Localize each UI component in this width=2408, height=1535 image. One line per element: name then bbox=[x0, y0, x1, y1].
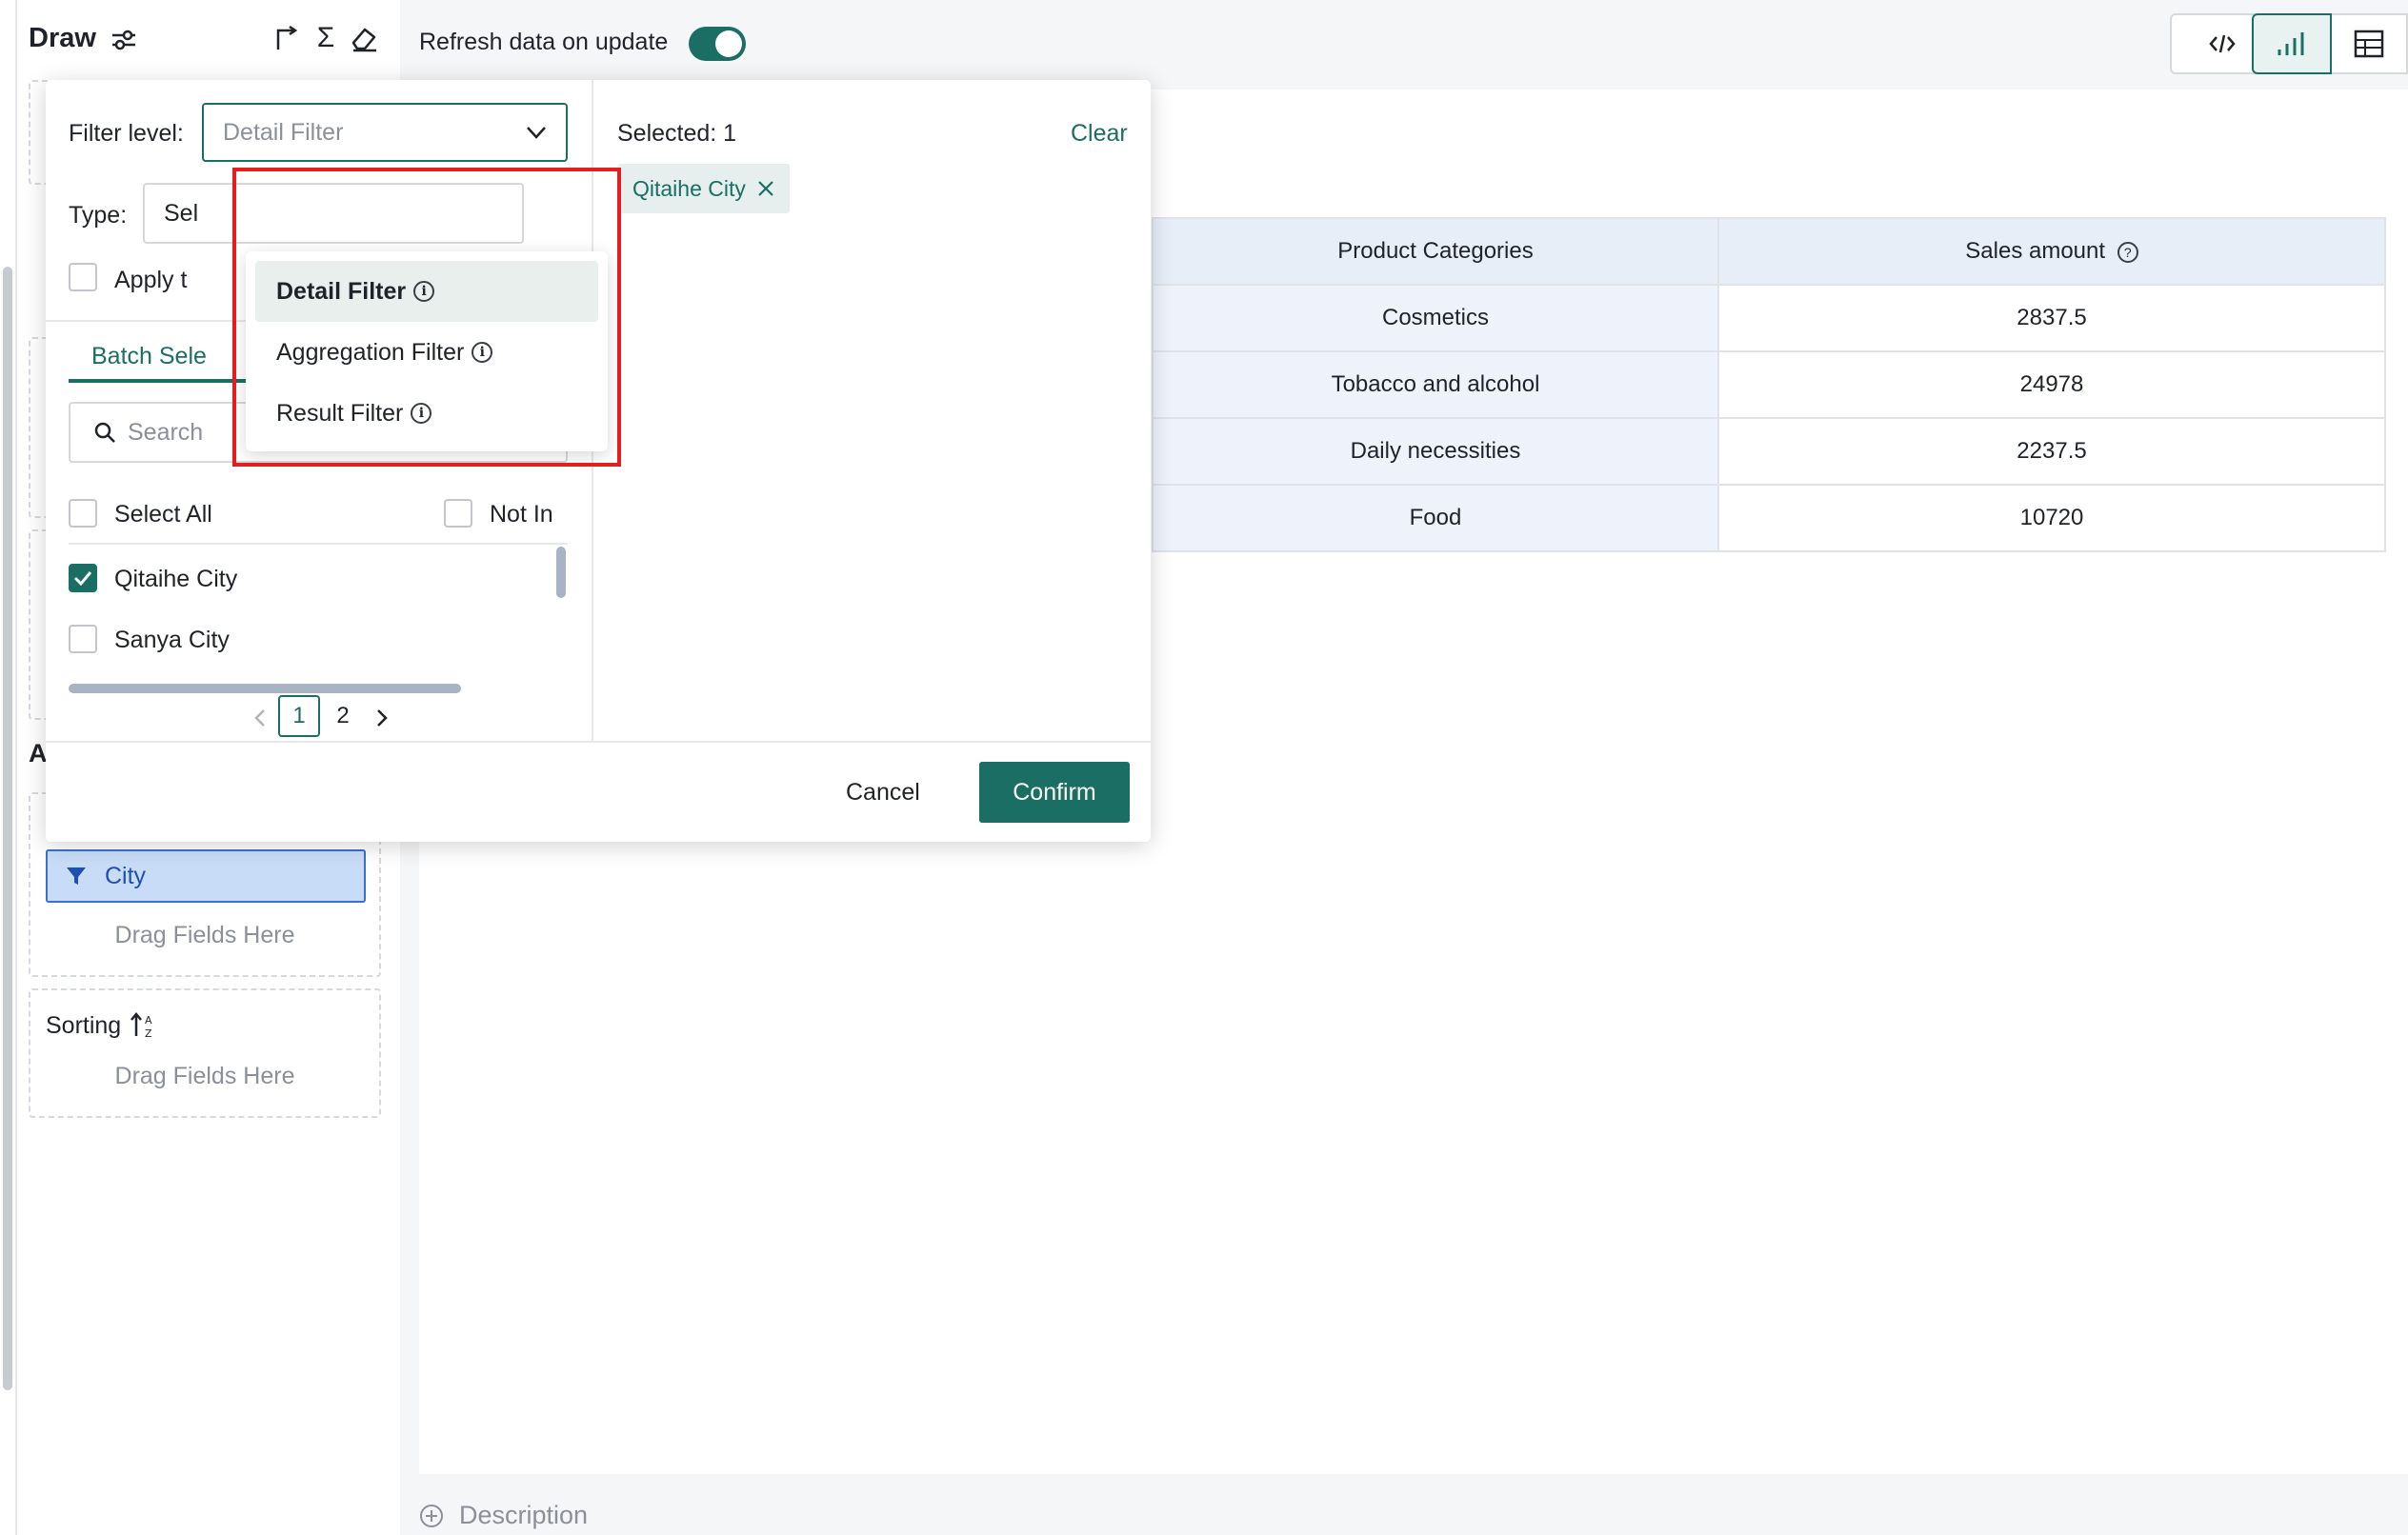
tab-active-indicator bbox=[69, 379, 250, 383]
toggle-knob bbox=[715, 30, 742, 57]
clear-button[interactable]: Clear bbox=[1071, 120, 1128, 148]
chevron-right-icon bbox=[377, 709, 388, 727]
eraser-icon[interactable] bbox=[347, 21, 381, 55]
column-header-label: Sales amount bbox=[1965, 238, 2106, 264]
list-vertical-scrollbar[interactable] bbox=[556, 547, 566, 598]
section-heading-partial: A bbox=[29, 739, 48, 768]
svg-text:A: A bbox=[145, 1014, 152, 1027]
table-cell: 24978 bbox=[1717, 350, 2386, 419]
drag-placeholder: Drag Fields Here bbox=[114, 1063, 295, 1089]
filter-funnel-icon bbox=[67, 867, 86, 885]
option-checkbox[interactable] bbox=[69, 625, 97, 653]
add-description[interactable]: Description bbox=[419, 1501, 588, 1530]
apply-checkbox[interactable] bbox=[69, 263, 97, 291]
page-2-button[interactable]: 2 bbox=[322, 695, 364, 737]
sigma-icon[interactable]: Σ bbox=[309, 21, 343, 55]
refresh-toggle[interactable] bbox=[689, 27, 746, 61]
table-cell: 2837.5 bbox=[1717, 284, 2386, 352]
type-value: Sel bbox=[164, 200, 199, 227]
table-cell: Cosmetics bbox=[1152, 284, 1719, 352]
left-panel-scrollbar[interactable] bbox=[3, 267, 12, 1390]
select-all-checkbox[interactable] bbox=[69, 499, 97, 528]
selected-tag: Qitaihe City bbox=[617, 164, 790, 213]
table-icon bbox=[2354, 30, 2384, 58]
table-cell: 10720 bbox=[1717, 484, 2386, 552]
option-label: Qitaihe City bbox=[114, 566, 238, 592]
refresh-label: Refresh data on update bbox=[419, 29, 669, 55]
settings-sliders-icon[interactable] bbox=[107, 23, 141, 57]
drag-placeholder: Drag Fields Here bbox=[114, 922, 295, 948]
search-placeholder: Search bbox=[128, 418, 204, 446]
sorting-label: Sorting bbox=[46, 1011, 122, 1039]
table-view-button[interactable] bbox=[2332, 13, 2408, 74]
next-page-button[interactable] bbox=[368, 699, 396, 737]
highlight-annotation-box bbox=[232, 168, 621, 467]
chevron-left-icon bbox=[254, 709, 265, 727]
data-table: Product Categories Sales amount ? Cosmet… bbox=[1152, 217, 2386, 552]
filter-level-value: Detail Filter bbox=[223, 118, 344, 146]
axis-corner-icon[interactable] bbox=[269, 21, 303, 55]
description-label: Description bbox=[459, 1501, 589, 1529]
tab-batch-select[interactable]: Batch Sele bbox=[91, 343, 207, 370]
select-all-label: Select All bbox=[114, 501, 212, 528]
table-row: Daily necessities 2237.5 bbox=[1152, 417, 2386, 486]
table-row: Tobacco and alcohol 24978 bbox=[1152, 350, 2386, 419]
panel-title: Draw bbox=[29, 23, 96, 53]
type-label: Type: bbox=[69, 202, 128, 229]
not-in-checkbox[interactable] bbox=[444, 499, 472, 528]
code-icon bbox=[2209, 34, 2236, 53]
confirm-button[interactable]: Confirm bbox=[979, 762, 1130, 823]
filter-level-label: Filter level: bbox=[69, 120, 184, 147]
help-icon[interactable]: ? bbox=[2117, 241, 2138, 263]
page-1-button[interactable]: 1 bbox=[278, 695, 320, 737]
cancel-button[interactable]: Cancel bbox=[846, 779, 920, 807]
option-checkbox-checked[interactable] bbox=[69, 564, 97, 592]
sort-az-icon[interactable]: AZ bbox=[130, 1011, 157, 1040]
bar-chart-icon bbox=[2278, 32, 2304, 55]
list-horizontal-scrollbar[interactable] bbox=[69, 684, 461, 693]
close-icon[interactable] bbox=[757, 180, 774, 197]
table-cell: Tobacco and alcohol bbox=[1152, 350, 1719, 419]
table-cell: Daily necessities bbox=[1152, 417, 1719, 486]
column-header[interactable]: Sales amount ? bbox=[1717, 217, 2386, 286]
dialog-footer-rule bbox=[46, 741, 1151, 743]
table-row: Cosmetics 2837.5 bbox=[1152, 284, 2386, 352]
table-cell: 2237.5 bbox=[1717, 417, 2386, 486]
table-header-row: Product Categories Sales amount ? bbox=[1152, 217, 2386, 286]
table-cell: Food bbox=[1152, 484, 1719, 552]
list-header-rule bbox=[69, 543, 568, 545]
selected-tag-label: Qitaihe City bbox=[632, 175, 746, 201]
column-header[interactable]: Product Categories bbox=[1152, 217, 1719, 286]
sorting-section bbox=[29, 988, 381, 1118]
filter-field-chip[interactable]: City bbox=[46, 849, 366, 903]
option-label: Sanya City bbox=[114, 627, 230, 653]
not-in-label: Not In bbox=[490, 501, 553, 528]
checkmark-icon bbox=[73, 571, 92, 586]
filter-dialog: Filter level: Detail Filter Type: Sel Ap… bbox=[46, 80, 1151, 842]
filter-field-label: City bbox=[105, 862, 147, 889]
add-circle-icon bbox=[420, 1504, 443, 1527]
svg-text:Z: Z bbox=[145, 1027, 152, 1040]
chevron-down-icon bbox=[527, 127, 546, 139]
chart-view-button[interactable] bbox=[2252, 13, 2332, 74]
apply-label: Apply t bbox=[114, 267, 188, 293]
table-row: Food 10720 bbox=[1152, 484, 2386, 552]
selected-count: Selected: 1 bbox=[617, 120, 737, 147]
filter-level-select[interactable]: Detail Filter bbox=[202, 103, 568, 162]
sorting-header: Sorting AZ bbox=[46, 1011, 157, 1041]
search-icon bbox=[94, 422, 115, 443]
panel-divider bbox=[15, 0, 17, 1535]
prev-page-button[interactable] bbox=[246, 699, 274, 737]
